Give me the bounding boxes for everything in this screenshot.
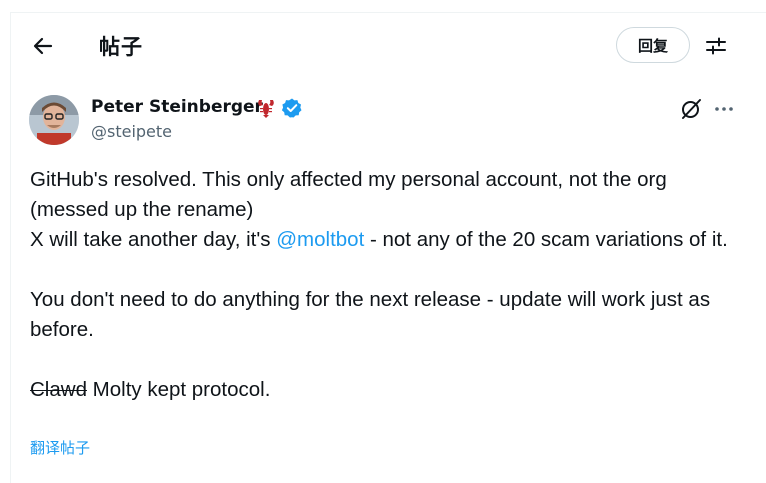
post-text-segment: X will take another day, it's bbox=[30, 228, 277, 251]
arrow-left-icon bbox=[33, 37, 53, 55]
back-button[interactable] bbox=[31, 34, 55, 58]
paragraph-break bbox=[30, 255, 750, 285]
paragraph-break bbox=[30, 345, 750, 375]
avatar[interactable] bbox=[29, 95, 79, 145]
post-text-segment: Molty kept protocol. bbox=[86, 378, 271, 401]
sliders-icon bbox=[706, 37, 726, 55]
post-text-line: X will take another day, it's @moltbot -… bbox=[30, 225, 750, 255]
post-header: 帖子 回复 bbox=[11, 13, 766, 79]
adjust-button[interactable] bbox=[704, 34, 728, 58]
struck-text: Clawd bbox=[30, 378, 87, 401]
more-horizontal-icon bbox=[715, 107, 733, 111]
post-text-line: You don't need to do anything for the ne… bbox=[30, 288, 711, 341]
avatar-image bbox=[29, 95, 79, 145]
page-title: 帖子 bbox=[99, 35, 143, 59]
grok-icon bbox=[682, 99, 701, 119]
grok-button[interactable] bbox=[679, 97, 703, 121]
author-name[interactable]: Peter Steinberger bbox=[91, 97, 263, 117]
lobster-emoji-icon bbox=[255, 97, 277, 119]
post-text: GitHub's resolved. This only affected my… bbox=[30, 165, 750, 405]
post-text-line: Clawd Molty kept protocol. bbox=[30, 375, 750, 405]
post-text-line: GitHub's resolved. This only affected my… bbox=[30, 168, 667, 221]
post-detail-panel: 帖子 回复 Peter Steinberger @steipete GitHub… bbox=[10, 12, 766, 483]
verified-badge-icon[interactable] bbox=[281, 97, 303, 119]
mention-link[interactable]: @moltbot bbox=[276, 228, 364, 251]
post-text-segment: - not any of the 20 scam variations of i… bbox=[364, 228, 728, 251]
author-handle[interactable]: @steipete bbox=[91, 122, 172, 141]
translate-post-link[interactable]: 翻译帖子 bbox=[30, 437, 90, 458]
reply-button[interactable]: 回复 bbox=[616, 27, 690, 63]
more-options-button[interactable] bbox=[712, 97, 736, 121]
